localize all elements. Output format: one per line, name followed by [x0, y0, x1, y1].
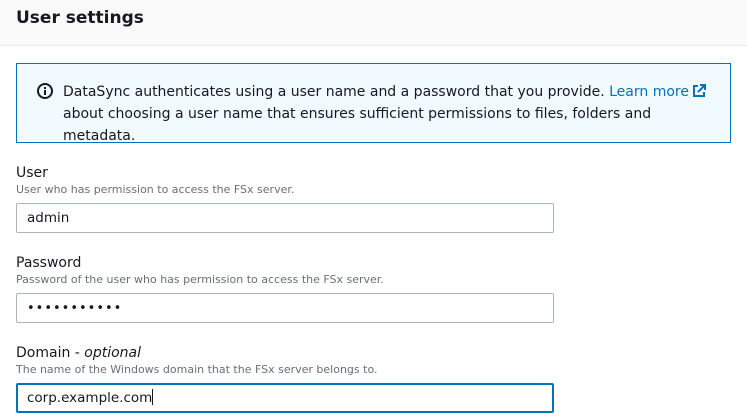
domain-label-text: Domain -	[16, 345, 85, 361]
text-caret	[152, 389, 154, 405]
password-description: Password of the user who has permission …	[16, 273, 384, 286]
section-header: User settings	[0, 0, 747, 46]
user-field: User User who has permission to access t…	[16, 164, 554, 233]
settings-content: DataSync authenticates using a user name…	[0, 63, 747, 144]
password-field: Password Password of the user who has pe…	[16, 254, 554, 323]
section-title: User settings	[16, 8, 144, 28]
info-alert: DataSync authenticates using a user name…	[16, 63, 731, 144]
info-text-after: about choosing a user name that ensures …	[63, 106, 652, 144]
user-input-value: admin	[27, 210, 70, 226]
password-input-value: •••••••••••	[27, 301, 123, 316]
user-label: User	[16, 165, 48, 181]
learn-more-link[interactable]: Learn more	[609, 84, 689, 100]
external-link-icon[interactable]	[692, 84, 706, 98]
user-input[interactable]: admin	[16, 203, 554, 233]
domain-optional-label: optional	[84, 345, 142, 361]
password-label: Password	[16, 255, 82, 271]
password-input[interactable]: •••••••••••	[16, 293, 554, 323]
domain-field: Domain - optional The name of the Window…	[16, 344, 554, 413]
domain-label: Domain - optional	[16, 344, 554, 362]
domain-input[interactable]: corp.example.com	[16, 383, 554, 413]
info-text-before: DataSync authenticates using a user name…	[63, 84, 610, 100]
user-description: User who has permission to access the FS…	[16, 183, 295, 196]
info-circle-icon	[37, 83, 53, 99]
domain-description: The name of the Windows domain that the …	[16, 363, 378, 376]
domain-input-value: corp.example.com	[27, 390, 153, 406]
info-message: DataSync authenticates using a user name…	[63, 81, 710, 144]
